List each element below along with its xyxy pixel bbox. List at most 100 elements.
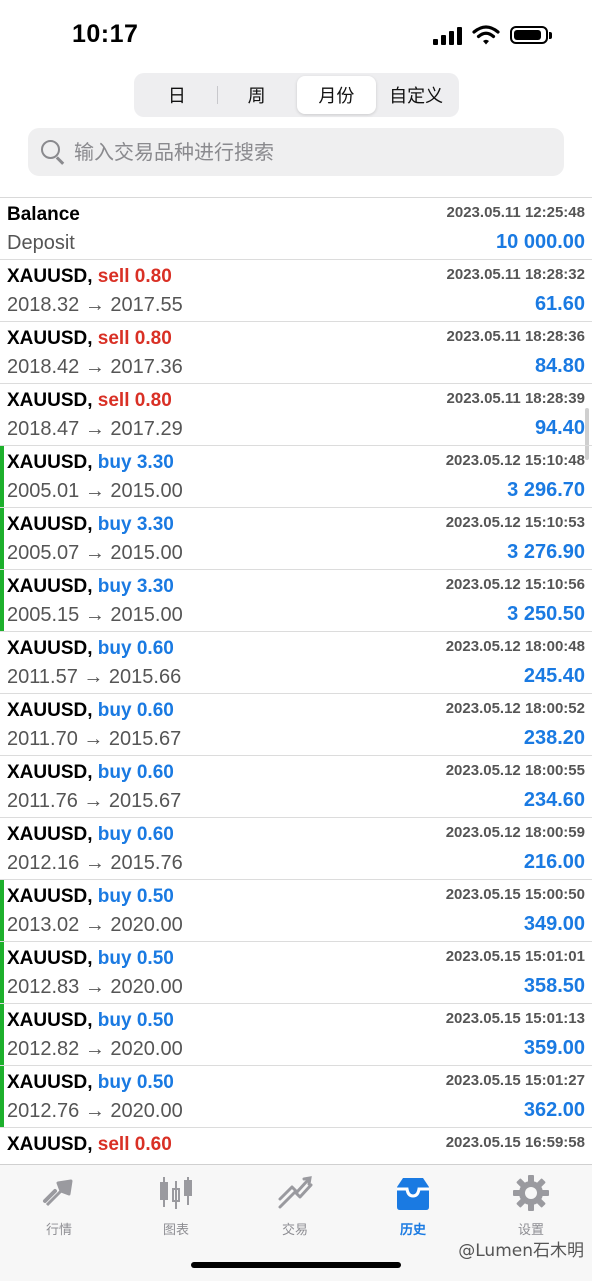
deal-price-change: 2018.32 → 2017.55: [7, 294, 183, 316]
deal-profit: 358.50: [523, 975, 585, 997]
deal-row[interactable]: XAUUSD, buy 0.60 2011.70 → 2015.67 2023.05…: [0, 694, 592, 756]
deal-side: sell: [97, 390, 130, 411]
deal-time: 2023.05.11 18:28:39: [446, 390, 585, 407]
deal-price-change: 2012.16 → 2015.76: [7, 852, 183, 874]
deal-row[interactable]: XAUUSD, buy 3.30 2005.01 → 2015.00 2023.05…: [0, 446, 592, 508]
deal-side: sell: [97, 1134, 130, 1155]
deal-title: XAUUSD, sell 0.60: [7, 1134, 172, 1156]
deal-side: sell: [97, 328, 130, 349]
deal-time: 2023.05.15 15:01:13: [445, 1010, 585, 1027]
deal-symbol: XAUUSD,: [7, 1010, 93, 1031]
tab-label: 历史: [399, 1223, 426, 1238]
deal-profit: 362.00: [523, 1099, 585, 1121]
deal-title: XAUUSD, buy 3.30: [7, 452, 174, 474]
tab-quotes[interactable]: 行情: [9, 1173, 109, 1238]
deal-title: XAUUSD, buy 0.60: [7, 638, 174, 660]
tab-history-inbox[interactable]: 历史: [363, 1173, 463, 1238]
segment-option[interactable]: 周: [216, 76, 297, 114]
deal-title: XAUUSD, sell 0.80: [7, 328, 172, 350]
deal-symbol: XAUUSD,: [7, 638, 93, 659]
deal-symbol: XAUUSD,: [7, 762, 93, 783]
deal-time: 2023.05.12 15:10:53: [445, 514, 585, 531]
deal-symbol: XAUUSD,: [7, 328, 93, 349]
deal-row[interactable]: XAUUSD, sell 0.80 2018.42 → 2017.36 2023.0…: [0, 322, 592, 384]
deal-row[interactable]: XAUUSD, buy 3.30 2005.15 → 2015.00 2023.05…: [0, 570, 592, 632]
deal-side: buy: [97, 1010, 132, 1031]
deal-title: Balance: [7, 204, 80, 226]
deal-time: 2023.05.12 15:10:56: [445, 576, 585, 593]
deal-side: buy: [97, 1072, 132, 1093]
deal-side: buy: [97, 576, 132, 597]
deal-title: XAUUSD, buy 0.50: [7, 886, 174, 908]
deal-price-change: 2012.76 → 2020.00: [7, 1100, 183, 1122]
deal-title: XAUUSD, buy 0.50: [7, 948, 174, 970]
tab-trade[interactable]: 交易: [245, 1173, 345, 1238]
wifi-icon: [472, 25, 500, 45]
deal-time: 2023.05.15 15:01:01: [445, 948, 585, 965]
deal-time: 2023.05.12 18:00:55: [445, 762, 585, 779]
deal-row[interactable]: XAUUSD, sell 0.80 2018.32 → 2017.55 2023.0…: [0, 260, 592, 322]
deal-symbol: XAUUSD,: [7, 514, 93, 535]
deal-row[interactable]: XAUUSD, sell 0.60 2023.05.15 16:59:58: [0, 1128, 592, 1166]
deal-volume: 3.30: [136, 514, 174, 535]
tab-gear[interactable]: 设置: [481, 1173, 581, 1238]
deal-title: XAUUSD, buy 0.50: [7, 1072, 174, 1094]
deals-history-list[interactable]: Balance Deposit 2023.05.11 12:25:48 10 000.…: [0, 197, 592, 1166]
battery-icon: [510, 26, 552, 44]
quotes-icon: [39, 1173, 79, 1213]
deal-volume: 0.60: [136, 762, 174, 783]
deal-price-change: 2005.01 → 2015.00: [7, 480, 183, 502]
deal-row[interactable]: XAUUSD, buy 0.50 2013.02 → 2020.00 2023.05…: [0, 880, 592, 942]
deal-volume: 0.80: [134, 390, 172, 411]
deal-row[interactable]: XAUUSD, buy 3.30 2005.07 → 2015.00 2023.05…: [0, 508, 592, 570]
status-icons: [433, 24, 552, 46]
status-time: 10:17: [72, 20, 139, 48]
deal-time: 2023.05.11 12:25:48: [446, 204, 585, 221]
deal-price-change: 2011.57 → 2015.66: [7, 666, 182, 688]
search-input[interactable]: [72, 139, 516, 165]
deal-time: 2023.05.15 16:59:58: [445, 1134, 585, 1151]
deal-price-change: 2012.82 → 2020.00: [7, 1038, 183, 1060]
tab-label: 图表: [162, 1223, 189, 1238]
deal-profit: 216.00: [523, 851, 585, 873]
deal-row[interactable]: Balance Deposit 2023.05.11 12:25:48 10 000.…: [0, 198, 592, 260]
segment-option[interactable]: 月份: [296, 76, 377, 114]
deal-title: XAUUSD, buy 0.60: [7, 824, 174, 846]
deal-side: buy: [97, 886, 132, 907]
deal-row[interactable]: XAUUSD, sell 0.80 2018.47 → 2017.29 2023.0…: [0, 384, 592, 446]
deal-time: 2023.05.12 18:00:52: [445, 700, 585, 717]
deal-price-change: 2012.83 → 2020.00: [7, 976, 183, 998]
tab-chart-candles[interactable]: 图表: [126, 1173, 226, 1238]
deal-price-change: 2018.47 → 2017.29: [7, 418, 183, 440]
deal-symbol: XAUUSD,: [7, 1134, 93, 1155]
search-bar[interactable]: [28, 128, 564, 176]
deal-row[interactable]: XAUUSD, buy 0.50 2012.82 → 2020.00 2023.05…: [0, 1004, 592, 1066]
deal-profit: 10 000.00: [496, 231, 585, 253]
deal-row[interactable]: XAUUSD, buy 0.50 2012.76 → 2020.00 2023.05…: [0, 1066, 592, 1128]
cellular-signal-icon: [433, 25, 462, 45]
deal-row[interactable]: XAUUSD, buy 0.50 2012.83 → 2020.00 2023.05…: [0, 942, 592, 1004]
deal-volume: 0.50: [136, 886, 174, 907]
deal-row[interactable]: XAUUSD, buy 0.60 2012.16 → 2015.76 2023.05…: [0, 818, 592, 880]
deal-symbol: XAUUSD,: [7, 824, 93, 845]
deal-symbol: Balance: [7, 204, 80, 225]
deal-side: buy: [97, 824, 132, 845]
status-bar: 10:17: [0, 0, 592, 66]
deal-title: XAUUSD, buy 0.50: [7, 1010, 174, 1032]
deal-time: 2023.05.11 18:28:32: [446, 266, 585, 283]
deal-symbol: XAUUSD,: [7, 576, 93, 597]
history-inbox-icon: [393, 1173, 433, 1213]
deal-title: XAUUSD, buy 3.30: [7, 576, 174, 598]
deal-row[interactable]: XAUUSD, buy 0.60 2011.76 → 2015.67 2023.05…: [0, 756, 592, 818]
tab-label: 交易: [281, 1223, 308, 1238]
chart-candles-icon: [156, 1173, 196, 1213]
deal-volume: 0.60: [136, 824, 174, 845]
deal-row[interactable]: XAUUSD, buy 0.60 2011.57 → 2015.66 2023.05…: [0, 632, 592, 694]
watermark-text: @Lumen石木明: [458, 1241, 584, 1261]
deal-price-change: 2011.76 → 2015.67: [7, 790, 182, 812]
deal-profit: 3 250.50: [507, 603, 585, 625]
segment-option[interactable]: 日: [137, 76, 217, 114]
segment-option[interactable]: 自定义: [376, 76, 456, 114]
deal-profit: 238.20: [523, 727, 585, 749]
deal-side: buy: [97, 638, 132, 659]
